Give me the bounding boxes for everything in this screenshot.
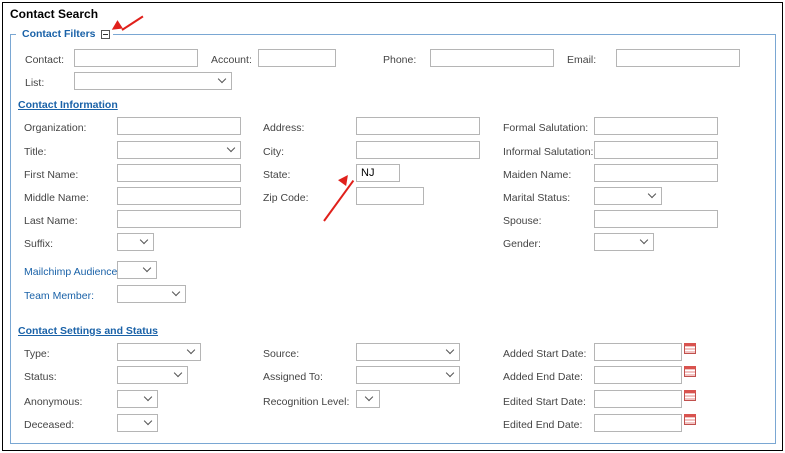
chevron-down-icon bbox=[139, 235, 149, 245]
status-select[interactable] bbox=[117, 366, 188, 384]
chevron-down-icon bbox=[171, 287, 181, 297]
phone-label: Phone: bbox=[383, 54, 417, 66]
contact-filters-label: Contact Filters bbox=[22, 28, 96, 40]
contact-label: Contact: bbox=[25, 54, 65, 66]
address-label: Address: bbox=[263, 122, 305, 134]
calendar-icon[interactable] bbox=[684, 343, 696, 354]
city-label: City: bbox=[263, 146, 284, 158]
mailchimp-audience-label[interactable]: Mailchimp Audience: bbox=[24, 266, 120, 278]
first-name-input[interactable] bbox=[117, 164, 241, 182]
organization-input[interactable] bbox=[117, 117, 241, 135]
anonymous-label: Anonymous: bbox=[24, 396, 83, 408]
chevron-down-icon bbox=[143, 392, 153, 402]
chevron-down-icon bbox=[217, 74, 227, 84]
edited-end-date-input[interactable] bbox=[594, 414, 682, 432]
status-label: Status: bbox=[24, 371, 57, 383]
contact-information-heading[interactable]: Contact Information bbox=[18, 99, 118, 111]
first-name-label: First Name: bbox=[24, 169, 79, 181]
state-label: State: bbox=[263, 169, 291, 181]
chevron-down-icon bbox=[142, 263, 152, 273]
added-start-date-label: Added Start Date: bbox=[503, 348, 587, 360]
formal-salutation-input[interactable] bbox=[594, 117, 718, 135]
calendar-icon[interactable] bbox=[684, 390, 696, 401]
maiden-name-input[interactable] bbox=[594, 164, 718, 182]
organization-label: Organization: bbox=[24, 122, 87, 134]
last-name-label: Last Name: bbox=[24, 215, 78, 227]
list-select[interactable] bbox=[74, 72, 232, 90]
edited-end-date-label: Edited End Date: bbox=[503, 419, 583, 431]
recognition-level-select[interactable] bbox=[356, 390, 380, 408]
state-input[interactable] bbox=[356, 164, 400, 182]
legend-dash bbox=[10, 34, 16, 35]
suffix-label: Suffix: bbox=[24, 238, 53, 250]
team-member-label[interactable]: Team Member: bbox=[24, 290, 94, 302]
assigned-to-select[interactable] bbox=[356, 366, 460, 384]
recognition-level-label: Recognition Level: bbox=[263, 396, 350, 408]
calendar-icon[interactable] bbox=[684, 366, 696, 377]
maiden-name-label: Maiden Name: bbox=[503, 169, 572, 181]
added-end-date-input[interactable] bbox=[594, 366, 682, 384]
spouse-input[interactable] bbox=[594, 210, 718, 228]
contact-input[interactable] bbox=[74, 49, 198, 67]
chevron-down-icon bbox=[143, 416, 153, 426]
page-title: Contact Search bbox=[10, 7, 99, 21]
title-select[interactable] bbox=[117, 141, 241, 159]
deceased-label: Deceased: bbox=[24, 419, 75, 431]
chevron-down-icon bbox=[186, 345, 196, 355]
source-label: Source: bbox=[263, 348, 300, 360]
collapse-icon[interactable] bbox=[100, 29, 110, 39]
chevron-down-icon bbox=[445, 345, 455, 355]
suffix-select[interactable] bbox=[117, 233, 154, 251]
chevron-down-icon bbox=[173, 368, 183, 378]
anonymous-select[interactable] bbox=[117, 390, 158, 408]
chevron-down-icon bbox=[639, 235, 649, 245]
calendar-icon[interactable] bbox=[684, 414, 696, 425]
assigned-to-label: Assigned To: bbox=[263, 371, 323, 383]
deceased-select[interactable] bbox=[117, 414, 158, 432]
type-label: Type: bbox=[24, 348, 50, 360]
chevron-down-icon bbox=[647, 189, 657, 199]
account-input[interactable] bbox=[258, 49, 336, 67]
phone-input[interactable] bbox=[430, 49, 554, 67]
mailchimp-audience-select[interactable] bbox=[117, 261, 157, 279]
contact-filters-legend[interactable]: Contact Filters bbox=[10, 28, 113, 40]
formal-salutation-label: Formal Salutation: bbox=[503, 122, 589, 134]
city-input[interactable] bbox=[356, 141, 480, 159]
email-input[interactable] bbox=[616, 49, 740, 67]
email-label: Email: bbox=[567, 54, 597, 66]
last-name-input[interactable] bbox=[117, 210, 241, 228]
chevron-down-icon bbox=[445, 368, 455, 378]
zip-code-input[interactable] bbox=[356, 187, 424, 205]
source-select[interactable] bbox=[356, 343, 460, 361]
title-label: Title: bbox=[24, 146, 47, 158]
marital-status-select[interactable] bbox=[594, 187, 662, 205]
added-end-date-label: Added End Date: bbox=[503, 371, 583, 383]
gender-select[interactable] bbox=[594, 233, 654, 251]
type-select[interactable] bbox=[117, 343, 201, 361]
added-start-date-input[interactable] bbox=[594, 343, 682, 361]
gender-label: Gender: bbox=[503, 238, 541, 250]
edited-start-date-input[interactable] bbox=[594, 390, 682, 408]
account-label: Account: bbox=[211, 54, 252, 66]
team-member-select[interactable] bbox=[117, 285, 186, 303]
contact-settings-heading[interactable]: Contact Settings and Status bbox=[18, 325, 158, 337]
spouse-label: Spouse: bbox=[503, 215, 542, 227]
chevron-down-icon bbox=[364, 392, 374, 402]
marital-status-label: Marital Status: bbox=[503, 192, 571, 204]
address-input[interactable] bbox=[356, 117, 480, 135]
edited-start-date-label: Edited Start Date: bbox=[503, 396, 586, 408]
list-label: List: bbox=[25, 77, 45, 89]
middle-name-input[interactable] bbox=[117, 187, 241, 205]
informal-salutation-input[interactable] bbox=[594, 141, 718, 159]
informal-salutation-label: Informal Salutation: bbox=[503, 146, 594, 158]
chevron-down-icon bbox=[226, 143, 236, 153]
middle-name-label: Middle Name: bbox=[24, 192, 89, 204]
zip-code-label: Zip Code: bbox=[263, 192, 309, 204]
